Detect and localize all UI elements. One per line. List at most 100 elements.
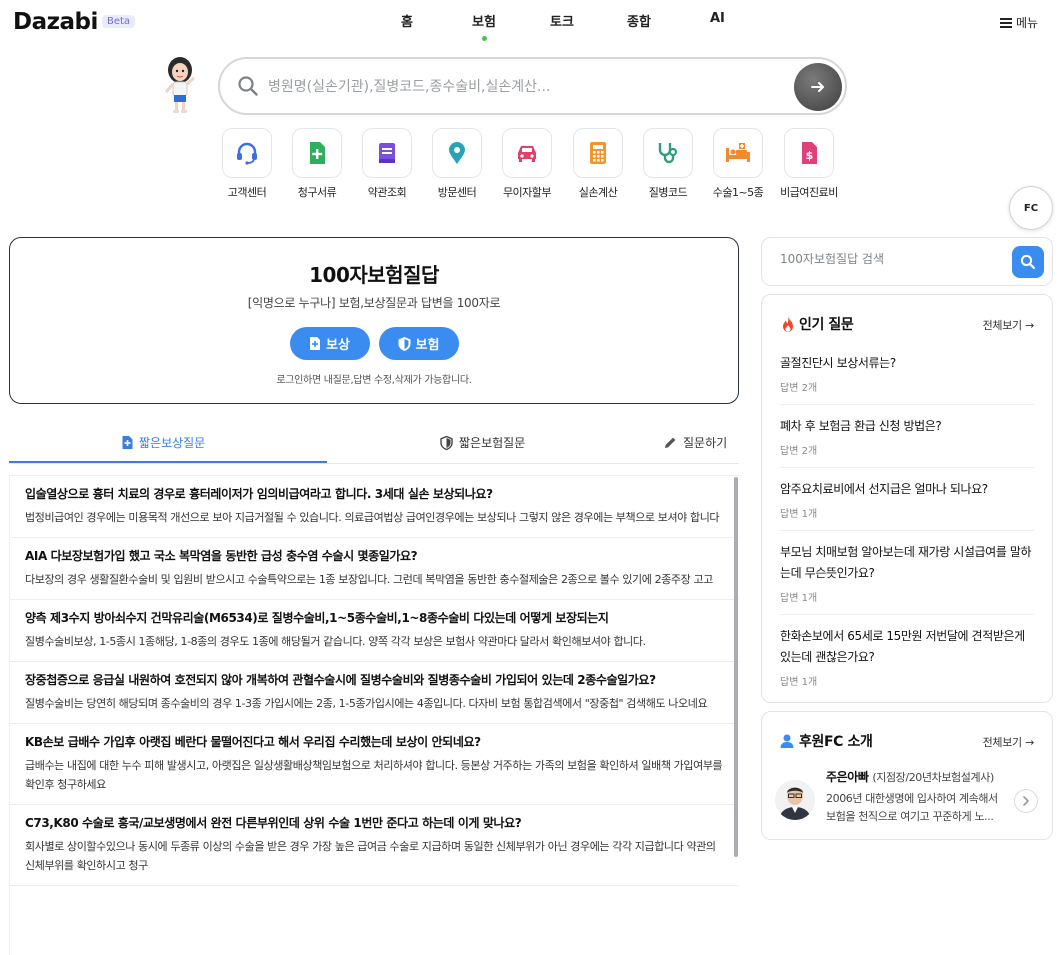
quick-link-box [362, 128, 412, 178]
question-item[interactable]: C73,K80 수술로 흥국/교보생명에서 완전 다른부위인데 상위 수술 1번… [10, 805, 739, 886]
popular-answer-count: 답변 1개 [780, 593, 818, 604]
insurance-question-button[interactable]: 보험 [378, 327, 459, 360]
nav-home[interactable]: 홈 [401, 11, 413, 30]
tab-label: 짧은보험질문 [459, 436, 526, 450]
question-answer: 회사별로 상이할수있으나 동시에 두종류 이상의 수술을 받은 경우 가장 높은… [25, 840, 716, 872]
popular-question-text: 골절진단시 보상서류는? [780, 356, 896, 370]
quick-link-installment[interactable]: 무이자할부 [492, 128, 562, 200]
popular-question-item[interactable]: 골절진단시 보상서류는? 답변 2개 [780, 351, 1034, 405]
fc-name-text: 주은아빠 [826, 770, 869, 784]
question-item[interactable]: AIA 다보장보험가입 했고 국소 복막염을 동반한 급성 충수염 수술시 몇종… [10, 538, 739, 600]
quick-link-terms[interactable]: 약관조회 [352, 128, 422, 200]
user-icon [780, 734, 794, 748]
calculator-icon [590, 142, 606, 164]
tab-label: 짧은보상질문 [139, 436, 206, 450]
question-answer: 다보장의 경우 생활질환수술비 및 입원비 받으시고 수술특약으로는 1종 보장… [25, 573, 713, 586]
document-plus-icon [310, 142, 325, 164]
quick-link-noncovered-fees[interactable]: $ 비급여진료비 [774, 128, 844, 200]
main-search-box [218, 57, 847, 115]
price-document-icon: $ [802, 142, 817, 164]
quick-link-label: 무이자할부 [502, 186, 552, 199]
headset-icon [237, 142, 257, 165]
beta-badge: Beta [102, 15, 136, 28]
quick-link-box [502, 128, 552, 178]
quick-link-claim-documents[interactable]: 청구서류 [282, 128, 352, 200]
quick-link-label: 수술1~5종 [712, 186, 764, 199]
question-list: 입술열상으로 흉터 치료의 경우로 흉터레이저가 임의비급여라고 합니다. 3세… [9, 475, 739, 955]
sponsor-fc-card: 후원FC 소개 전체보기 → 주은아빠 (지점장/20년차보험설계사) 2006… [761, 711, 1053, 840]
quick-link-box [573, 128, 623, 178]
popular-question-item[interactable]: 부모님 치매보험 알아보는데 재가랑 시설급여를 말하는데 무슨뜻인가요? 답변… [780, 531, 1034, 615]
nav-insurance[interactable]: 보험 [472, 11, 496, 30]
question-list-scrollbar[interactable] [734, 477, 738, 857]
search-submit-button[interactable] [794, 63, 842, 111]
question-answer: 질병수술비는 당연히 해당되며 종수술비의 경우 1-3종 가입시에는 2종, … [25, 697, 708, 710]
quick-link-visit-center[interactable]: 방문센터 [422, 128, 492, 200]
quick-link-label: 방문센터 [437, 186, 477, 199]
popular-view-all-link[interactable]: 전체보기 → [983, 317, 1035, 333]
search-icon [1020, 254, 1036, 270]
popular-title: 인기 질문 [780, 314, 854, 334]
question-answer: 급배수는 내집에 대한 누수 피해 발생시고, 아랫집은 일상생활배상책임보험으… [25, 759, 723, 791]
fc-profile[interactable]: 주은아빠 (지점장/20년차보험설계사) 2006년 대한생명에 입사하여 계속… [762, 768, 1052, 838]
popular-question-text: 암주요치료비에서 선지급은 얼마나 되나요? [780, 482, 988, 496]
nav-talk[interactable]: 토크 [550, 11, 574, 30]
hero-title: 100자보험질답 [309, 263, 439, 287]
car-icon [518, 146, 536, 162]
menu-label: 메뉴 [1016, 16, 1039, 30]
nav-ai[interactable]: AI [710, 11, 725, 26]
sponsor-view-all-link[interactable]: 전체보기 → [983, 734, 1035, 750]
question-item[interactable]: KB손보 급배수 가입후 아랫집 베란다 물떨어진다고 해서 우리집 수리했는데… [10, 724, 739, 805]
hospital-bed-icon [726, 143, 750, 162]
popular-answer-count: 답변 2개 [780, 383, 818, 394]
popular-question-item[interactable]: 폐차 후 보험금 환급 신청 방법은? 답변 2개 [780, 405, 1034, 468]
location-pin-icon [449, 142, 465, 164]
question-tabs: 짧은보상질문 짧은보험질문 질문하기 [9, 425, 739, 464]
popular-question-text: 부모님 치매보험 알아보는데 재가랑 시설급여를 말하는데 무슨뜻인가요? [780, 545, 1032, 580]
book-icon [379, 143, 395, 163]
sponsor-title: 후원FC 소개 [780, 731, 873, 751]
popular-question-item[interactable]: 한화손보에서 65세로 15만원 저번달에 견적받은게 있는데 괜찮은가요? 답… [780, 615, 1034, 698]
hero-subtitle: [익명으로 누구나] 보험,보상질문과 답변을 100자로 [247, 296, 501, 310]
search-icon [238, 76, 258, 96]
active-tab-underline [9, 461, 327, 463]
quick-link-label: 약관조회 [367, 186, 407, 199]
active-nav-indicator [482, 36, 487, 41]
main-search-input[interactable] [268, 75, 768, 99]
question-item[interactable]: 입술열상으로 흉터 치료의 경우로 흉터레이저가 임의비급여라고 합니다. 3세… [10, 476, 739, 538]
pencil-icon [665, 437, 676, 448]
popular-question-item[interactable]: 암주요치료비에서 선지급은 얼마나 되나요? 답변 1개 [780, 468, 1034, 531]
person-photo-icon [775, 780, 815, 820]
fc-next-button[interactable] [1014, 789, 1038, 813]
logo[interactable]: Dazabi [13, 9, 98, 35]
quick-link-label: 고객센터 [227, 186, 267, 199]
tab-claim-questions[interactable]: 짧은보상질문 [122, 434, 205, 451]
quick-link-surgery-class[interactable]: 수술1~5종 [703, 128, 773, 200]
fc-avatar [775, 780, 815, 820]
quick-link-customer-center[interactable]: 고객센터 [212, 128, 282, 200]
fc-floating-button[interactable]: FC [1009, 186, 1053, 230]
nav-general[interactable]: 종합 [627, 11, 651, 30]
mascot-girl-icon [164, 57, 195, 113]
ask-question-button[interactable]: 질문하기 [664, 434, 727, 451]
qa-search-input[interactable] [780, 252, 1000, 266]
quick-link-calculator[interactable]: 실손계산 [563, 128, 633, 200]
login-note: 로그인하면 내질문,답변 수정,삭제가 가능합니다. [276, 375, 472, 386]
qa-search-button[interactable] [1012, 246, 1044, 278]
document-plus-icon [310, 337, 321, 350]
question-title: 입술열상으로 흉터 치료의 경우로 흉터레이저가 임의비급여라고 합니다. 3세… [25, 487, 493, 501]
claim-question-button[interactable]: 보상 [289, 327, 370, 360]
popular-questions-card: 인기 질문 전체보기 → 골절진단시 보상서류는? 답변 2개 폐차 후 보험금… [761, 294, 1053, 703]
menu-button[interactable]: 메뉴 [1000, 14, 1038, 31]
quick-link-box [713, 128, 763, 178]
tab-insurance-questions[interactable]: 짧은보험질문 [440, 434, 525, 451]
quick-link-label: 실손계산 [578, 186, 618, 199]
svg-text:$: $ [806, 149, 814, 162]
claim-button-label: 보상 [326, 338, 350, 353]
question-item[interactable]: 양측 제3수지 방아쇠수지 건막유리술(M6534)로 질병수술비,1~5종수술… [10, 600, 739, 662]
quick-link-disease-code[interactable]: 질병코드 [633, 128, 703, 200]
question-title: KB손보 급배수 가입후 아랫집 베란다 물떨어진다고 해서 우리집 수리했는데… [25, 735, 481, 749]
quick-link-label: 비급여진료비 [780, 186, 838, 199]
quick-link-label: 청구서류 [297, 186, 337, 199]
question-item[interactable]: 장중첩증으로 응급실 내원하여 호전되지 않아 개복하여 관혈수술시에 질병수술… [10, 662, 739, 724]
